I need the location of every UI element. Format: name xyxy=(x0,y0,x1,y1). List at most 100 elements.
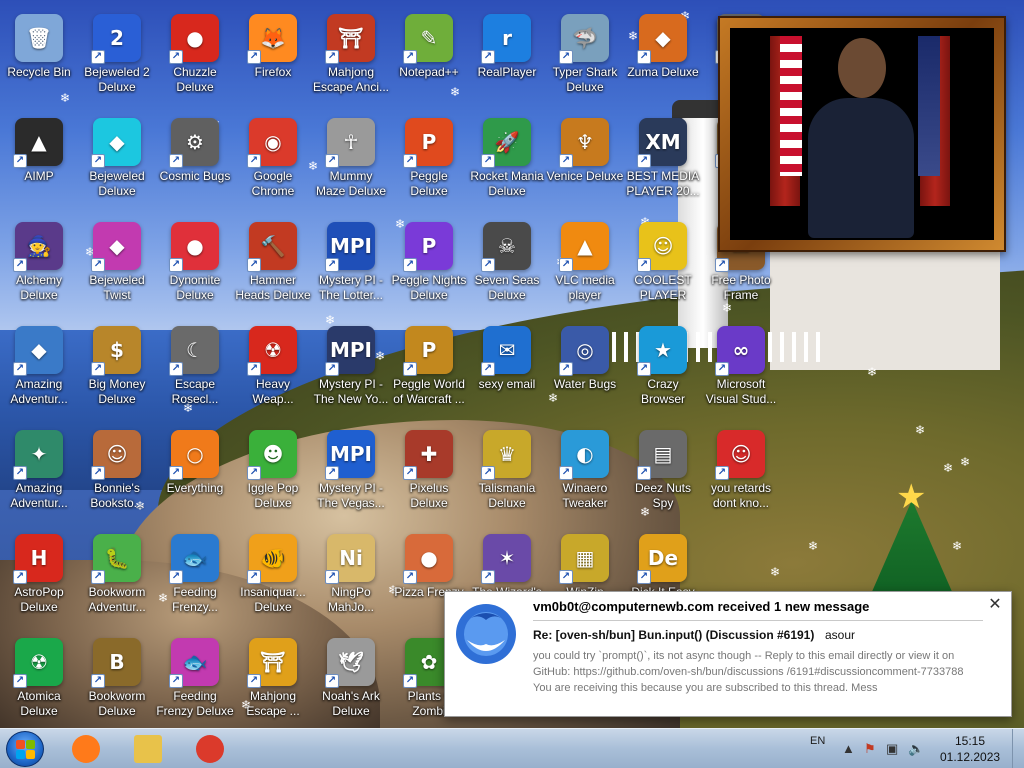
desktop-icon[interactable]: ✦ ↗ Amazing Adventur... xyxy=(0,424,78,528)
desktop-icon[interactable]: ☠ ↗ Seven Seas Deluxe xyxy=(468,216,546,320)
desktop-icon[interactable]: ☢ ↗ Heavy Weap... xyxy=(234,320,312,424)
desktop-icon[interactable]: 🕊 ↗ Noah's Ark Deluxe xyxy=(312,632,390,736)
desktop-icon[interactable]: H ↗ AstroPop Deluxe xyxy=(0,528,78,632)
desktop-icon[interactable]: ◆ ↗ Zuma Deluxe xyxy=(624,8,702,112)
desktop-icon[interactable]: ▲ ↗ VLC media player xyxy=(546,216,624,320)
mail-notification[interactable]: vm0b0t@computernewb.com received 1 new m… xyxy=(444,591,1012,717)
desktop-icon-label: Crazy Browser xyxy=(640,377,685,406)
language-indicator[interactable]: EN xyxy=(810,735,825,747)
app-icon: MPI ↗ xyxy=(325,430,375,480)
clock-date[interactable]: 01.12.2023 xyxy=(940,750,1000,764)
shortcut-arrow-icon: ↗ xyxy=(559,258,573,272)
desktop-icon[interactable]: ⛩ ↗ Mahjong Escape ... xyxy=(234,632,312,736)
framed-portrait-photo xyxy=(730,28,994,240)
desktop-icon[interactable]: ☺ ↗ COOLEST PLAYER xyxy=(624,216,702,320)
desktop-icon[interactable]: ♆ ↗ Venice Deluxe xyxy=(546,112,624,216)
volume-icon[interactable]: 🔈 xyxy=(908,741,924,757)
desktop-icon-label: Bookworm Deluxe xyxy=(88,689,146,718)
photo-frame-widget[interactable] xyxy=(718,16,1006,252)
notification-sender: asour xyxy=(825,628,856,642)
desktop-icon[interactable]: ☢ ↗ Atomica Deluxe xyxy=(0,632,78,736)
desktop-icon[interactable]: ◆ ↗ Bejeweled Deluxe xyxy=(78,112,156,216)
desktop-icon[interactable]: ☥ ↗ Mummy Maze Deluxe xyxy=(312,112,390,216)
app-icon: 🐟 ↗ xyxy=(169,638,219,688)
desktop-icon[interactable]: 🦈 ↗ Typer Shark Deluxe xyxy=(546,8,624,112)
desktop-icon[interactable]: MPI ↗ Mystery PI - The New Yo... xyxy=(312,320,390,424)
shortcut-arrow-icon: ↗ xyxy=(715,466,729,480)
desktop-icon[interactable]: 🐠 ↗ Insaniquar... Deluxe xyxy=(234,528,312,632)
desktop-icon[interactable]: 🐟 ↗ Feeding Frenzy Deluxe xyxy=(156,632,234,736)
desktop-icon[interactable]: MPI ↗ Mystery PI - The Lotter... xyxy=(312,216,390,320)
show-hidden-icons-icon[interactable]: ▲ xyxy=(842,741,855,757)
shortcut-arrow-icon: ↗ xyxy=(403,50,417,64)
show-desktop-button[interactable] xyxy=(1012,729,1024,768)
desktop-icon[interactable]: MPI ↗ Mystery PI - The Vegas... xyxy=(312,424,390,528)
desktop-icon[interactable]: ☺ ↗ you retards dont kno... xyxy=(702,424,780,528)
desktop-icon[interactable]: ☻ ↗ Iggle Pop Deluxe xyxy=(234,424,312,528)
desktop-icon[interactable]: 🐟 ↗ Feeding Frenzy... xyxy=(156,528,234,632)
desktop-icon[interactable]: ▲ ↗ AIMP xyxy=(0,112,78,216)
desktop-icon[interactable]: 🚀 ↗ Rocket Mania Deluxe xyxy=(468,112,546,216)
desktop-icon[interactable]: ✉ ↗ sexy email xyxy=(468,320,546,424)
explorer-icon xyxy=(134,735,162,763)
shortcut-arrow-icon: ↗ xyxy=(247,570,261,584)
desktop-icon[interactable]: ○ ↗ Everything xyxy=(156,424,234,528)
explorer-taskbar-button[interactable] xyxy=(126,732,170,766)
clock-time[interactable]: 15:15 xyxy=(940,734,1000,748)
desktop-icon[interactable]: ● ↗ Dynomite Deluxe xyxy=(156,216,234,320)
desktop-icon[interactable]: ☺ ↗ Bonnie's Booksto... xyxy=(78,424,156,528)
shortcut-arrow-icon: ↗ xyxy=(559,154,573,168)
desktop-icon[interactable]: 🧙 ↗ Alchemy Deluxe xyxy=(0,216,78,320)
desktop-icon[interactable]: ◆ ↗ Bejeweled Twist xyxy=(78,216,156,320)
desktop-icon[interactable]: ◎ ↗ Water Bugs xyxy=(546,320,624,424)
app-icon: ● ↗ xyxy=(403,534,453,584)
start-button[interactable] xyxy=(6,731,44,767)
chrome-taskbar-button[interactable] xyxy=(188,732,232,766)
desktop-icon[interactable]: $ ↗ Big Money Deluxe xyxy=(78,320,156,424)
desktop-icon-label: Noah's Ark Deluxe xyxy=(322,689,380,718)
desktop-icon[interactable]: 🗑 Recycle Bin xyxy=(0,8,78,112)
app-icon: ○ ↗ xyxy=(169,430,219,480)
shortcut-arrow-icon: ↗ xyxy=(169,50,183,64)
desktop-icon[interactable]: ◉ ↗ Google Chrome xyxy=(234,112,312,216)
notification-body: you could try `prompt()`, its not async … xyxy=(533,650,964,694)
firefox-taskbar-button[interactable] xyxy=(64,732,108,766)
desktop-icon[interactable]: 🦊 ↗ Firefox xyxy=(234,8,312,112)
tree-star-icon: ★ xyxy=(896,478,927,516)
desktop-icon[interactable]: ⚙ ↗ Cosmic Bugs xyxy=(156,112,234,216)
desktop-icon[interactable]: XM ↗ BEST MEDIA PLAYER 20... xyxy=(624,112,702,216)
desktop-icon[interactable]: 🔨 ↗ Hammer Heads Deluxe xyxy=(234,216,312,320)
desktop-icon[interactable]: ✚ ↗ Pixelus Deluxe xyxy=(390,424,468,528)
desktop-icon[interactable]: ◐ ↗ Winaero Tweaker xyxy=(546,424,624,528)
desktop-icon[interactable]: P ↗ Peggle World of Warcraft ... xyxy=(390,320,468,424)
desktop-icon[interactable]: ✎ ↗ Notepad++ xyxy=(390,8,468,112)
desktop-icon[interactable]: Ni ↗ NingPo MahJo... xyxy=(312,528,390,632)
desktop-icon[interactable]: P ↗ Peggle Nights Deluxe xyxy=(390,216,468,320)
action-center-icon[interactable]: ⚑ xyxy=(864,741,876,757)
close-icon[interactable]: ✕ xyxy=(987,597,1003,613)
desktop-icon[interactable]: ★ ↗ Crazy Browser xyxy=(624,320,702,424)
app-icon: r ↗ xyxy=(481,14,531,64)
shortcut-arrow-icon: ↗ xyxy=(91,154,105,168)
desktop-icon[interactable]: ☾ ↗ Escape Rosecl... xyxy=(156,320,234,424)
shortcut-arrow-icon: ↗ xyxy=(247,362,261,376)
desktop-icon[interactable]: r ↗ RealPlayer xyxy=(468,8,546,112)
desktop-icon[interactable]: ♛ ↗ Talismania Deluxe xyxy=(468,424,546,528)
desktop-icon[interactable]: B ↗ Bookworm Deluxe xyxy=(78,632,156,736)
app-icon: ● ↗ xyxy=(169,14,219,64)
network-icon[interactable]: ▣ xyxy=(886,741,898,757)
desktop-icon[interactable]: P ↗ Peggle Deluxe xyxy=(390,112,468,216)
shortcut-arrow-icon: ↗ xyxy=(247,674,261,688)
app-icon: ▲ ↗ xyxy=(559,222,609,272)
desktop-icon[interactable]: ∞ ↗ Microsoft Visual Stud... xyxy=(702,320,780,424)
app-icon: ☻ ↗ xyxy=(247,430,297,480)
desktop-icon[interactable]: 2 ↗ Bejeweled 2 Deluxe xyxy=(78,8,156,112)
desktop-icon[interactable]: ▤ ↗ Deez Nuts Spy xyxy=(624,424,702,528)
shortcut-arrow-icon: ↗ xyxy=(91,674,105,688)
snowflake-icon: ❄ xyxy=(960,455,971,469)
desktop-icon[interactable]: ● ↗ Chuzzle Deluxe xyxy=(156,8,234,112)
desktop-icon-label: Atomica Deluxe xyxy=(17,689,61,718)
desktop-icon[interactable]: ⛩ ↗ Mahjong Escape Anci... xyxy=(312,8,390,112)
desktop-icon[interactable]: 🐛 ↗ Bookworm Adventur... xyxy=(78,528,156,632)
desktop-icon[interactable]: ◆ ↗ Amazing Adventur... xyxy=(0,320,78,424)
